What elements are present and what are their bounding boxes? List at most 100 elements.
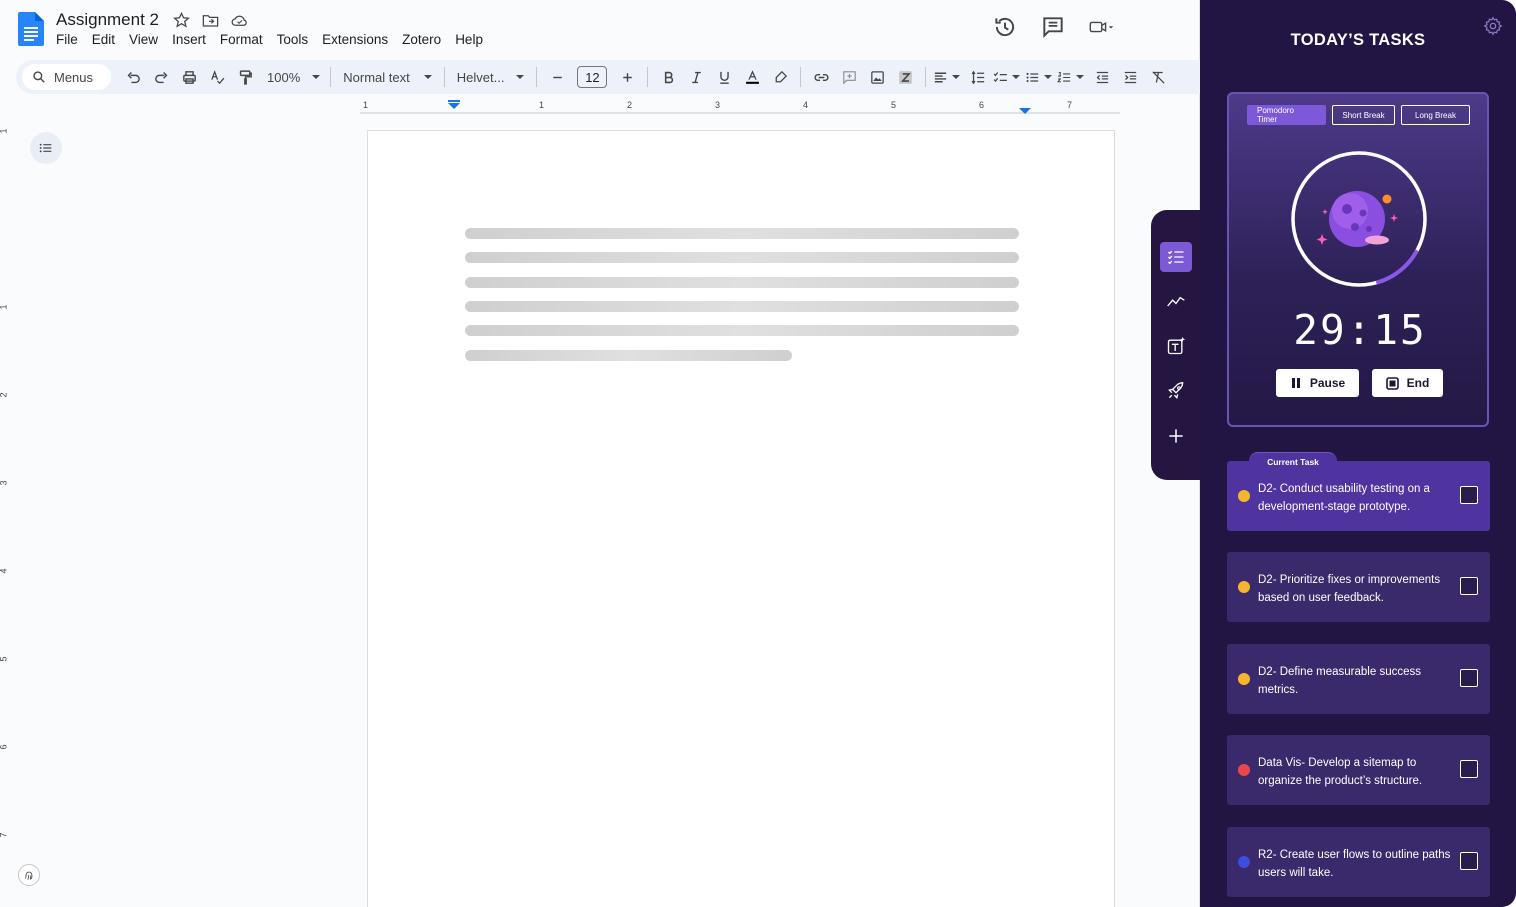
pause-button[interactable]: Pause <box>1276 369 1359 397</box>
undo-button[interactable] <box>119 63 147 91</box>
redo-icon <box>154 71 167 83</box>
paint-format-icon <box>239 69 252 85</box>
align-button[interactable] <box>932 63 964 91</box>
task-item-current[interactable]: Current Task D2- Conduct usability testi… <box>1227 452 1490 531</box>
numbered-list-button[interactable] <box>1056 63 1088 91</box>
menu-zotero[interactable]: Zotero <box>395 32 448 47</box>
ruler-number: 7 <box>1067 100 1073 110</box>
pomodoro-timer-tab[interactable]: Pomodoro Timer <box>1247 105 1326 125</box>
bulleted-list-button[interactable] <box>1024 63 1056 91</box>
text-placeholder-line <box>465 252 1019 263</box>
spellcheck-button[interactable] <box>203 63 231 91</box>
increase-font-size-button[interactable] <box>613 63 641 91</box>
task-text: R2- Create user flows to outline paths u… <box>1258 849 1451 879</box>
toolbar-divider <box>925 67 927 87</box>
italic-button[interactable] <box>682 63 710 91</box>
text-color-button[interactable] <box>738 63 766 91</box>
move-folder-icon[interactable] <box>201 11 220 30</box>
menu-tools[interactable]: Tools <box>270 32 316 47</box>
decrease-indent-icon <box>1096 71 1109 83</box>
menu-extensions[interactable]: Extensions <box>315 32 395 47</box>
text-ai-icon <box>1167 336 1186 355</box>
strip-tasks-button[interactable] <box>1160 242 1192 272</box>
meet-camera-icon[interactable] <box>1088 14 1114 40</box>
strip-rocket-button[interactable] <box>1160 376 1192 406</box>
ruler-number: 5 <box>0 656 9 661</box>
text-placeholder-line <box>465 228 1019 239</box>
strip-text-ai-button[interactable] <box>1160 331 1192 361</box>
vertical-ruler[interactable]: 1 1 2 3 4 5 6 7 <box>0 118 12 907</box>
increase-indent-button[interactable] <box>1116 63 1144 91</box>
bold-button[interactable] <box>654 63 682 91</box>
task-checkbox[interactable] <box>1460 577 1478 595</box>
comments-icon[interactable] <box>1040 14 1066 40</box>
end-label: End <box>1406 376 1430 390</box>
task-item[interactable]: D2- Define measurable success metrics. <box>1227 644 1490 714</box>
task-checkbox[interactable] <box>1460 852 1478 870</box>
paint-format-button[interactable] <box>231 63 259 91</box>
font-size-input[interactable]: 12 <box>577 66 608 88</box>
menu-view[interactable]: View <box>122 32 165 47</box>
redo-button[interactable] <box>147 63 175 91</box>
ruler-number: 4 <box>803 100 809 110</box>
zoom-select[interactable]: 100% <box>259 63 324 91</box>
strip-add-button[interactable] <box>1160 421 1192 451</box>
add-comment-button[interactable] <box>835 63 863 91</box>
print-button[interactable] <box>175 63 203 91</box>
insert-link-button[interactable] <box>807 63 835 91</box>
clear-formatting-icon <box>1152 70 1165 84</box>
menu-edit[interactable]: Edit <box>85 32 122 47</box>
chevron-down-icon <box>952 75 961 79</box>
task-item[interactable]: D2- Prioritize fixes or improvements bas… <box>1227 552 1490 622</box>
decrease-indent-button[interactable] <box>1088 63 1116 91</box>
line-spacing-button[interactable] <box>964 63 992 91</box>
menu-format[interactable]: Format <box>213 32 270 47</box>
toolbar-divider <box>647 67 649 87</box>
text-color-icon <box>746 69 759 84</box>
fingerprint-icon <box>25 871 33 880</box>
ruler-number: 3 <box>0 480 9 485</box>
star-icon[interactable] <box>172 11 191 30</box>
ruler-number: 2 <box>627 100 633 110</box>
menu-help[interactable]: Help <box>448 32 490 47</box>
insert-image-button[interactable] <box>863 63 891 91</box>
task-checkbox[interactable] <box>1460 669 1478 687</box>
plus-icon <box>623 72 632 82</box>
task-item[interactable]: R2- Create user flows to outline paths u… <box>1227 827 1490 897</box>
task-checkbox[interactable] <box>1460 760 1478 778</box>
strip-analytics-button[interactable] <box>1160 286 1192 316</box>
checklist-button[interactable] <box>992 63 1024 91</box>
zotero-citation-button[interactable] <box>891 63 919 91</box>
document-title[interactable]: Assignment 2 <box>56 10 159 30</box>
cloud-saved-icon[interactable] <box>230 11 249 30</box>
docs-logo-icon[interactable] <box>18 12 44 46</box>
document-outline-button[interactable] <box>30 132 62 164</box>
search-menus-button[interactable]: Menus <box>22 64 112 90</box>
ruler-number: 1 <box>0 304 9 309</box>
underline-button[interactable] <box>710 63 738 91</box>
menu-file[interactable]: File <box>56 32 85 47</box>
ruler-number: 1 <box>0 128 9 133</box>
version-history-icon[interactable] <box>992 14 1018 40</box>
horizontal-ruler[interactable]: 1 1 2 3 4 5 6 7 <box>360 100 1120 114</box>
search-icon <box>33 71 45 83</box>
short-break-tab[interactable]: Short Break <box>1332 105 1395 125</box>
tasks-list-icon <box>1168 250 1184 265</box>
menu-insert[interactable]: Insert <box>165 32 213 47</box>
document-page[interactable] <box>367 130 1115 907</box>
font-select[interactable]: Helvet... <box>451 63 531 91</box>
align-left-icon <box>935 72 947 82</box>
gear-icon[interactable] <box>1483 16 1503 36</box>
font-value: Helvet... <box>456 69 505 85</box>
rocket-icon <box>1168 381 1184 399</box>
style-select[interactable]: Normal text <box>337 63 437 91</box>
decrease-font-size-button[interactable] <box>543 63 571 91</box>
fingerprint-button[interactable] <box>18 864 40 886</box>
task-item[interactable]: Data Vis- Develop a sitemap to organize … <box>1227 735 1490 805</box>
long-break-tab[interactable]: Long Break <box>1401 105 1470 125</box>
task-checkbox[interactable] <box>1460 486 1478 504</box>
highlight-color-button[interactable] <box>766 63 794 91</box>
checklist-icon <box>994 71 1008 82</box>
end-button[interactable]: End <box>1372 369 1443 397</box>
clear-formatting-button[interactable] <box>1144 63 1172 91</box>
